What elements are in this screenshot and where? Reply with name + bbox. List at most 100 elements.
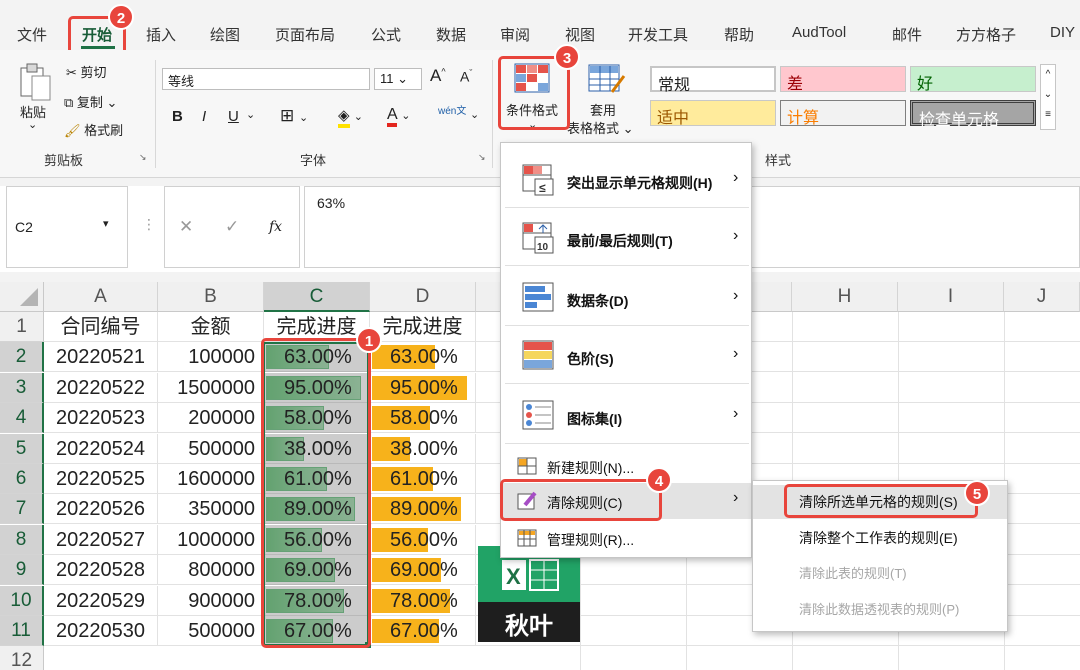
cut-button[interactable]: ✂ 剪切 bbox=[66, 62, 107, 81]
font-color-icon[interactable]: A ⌄ bbox=[387, 106, 410, 127]
style-normal[interactable]: 常规 bbox=[650, 66, 776, 94]
tab-formulas[interactable]: 公式 bbox=[371, 24, 401, 45]
cell-amount[interactable]: 100000 bbox=[158, 342, 264, 373]
cell-amount[interactable]: 800000 bbox=[158, 555, 264, 586]
paste-icon[interactable] bbox=[18, 62, 52, 102]
cell-contract-no[interactable]: 20220526 bbox=[44, 494, 158, 525]
cell-contract-no[interactable]: 20220527 bbox=[44, 524, 158, 555]
cell-progress-d[interactable]: 61.00% bbox=[370, 464, 476, 494]
cell-progress-d[interactable]: 58.00% bbox=[370, 403, 476, 434]
row-header-7[interactable]: 7 bbox=[0, 494, 44, 525]
cell-amount[interactable]: 1500000 bbox=[158, 372, 264, 403]
column-header-d[interactable]: D bbox=[370, 282, 476, 312]
menu-item-top-bottom-rules[interactable]: 10 最前/最后规则(T) › bbox=[501, 211, 751, 265]
cell-contract-no[interactable]: 20220530 bbox=[44, 616, 158, 646]
cell-amount[interactable]: 1600000 bbox=[158, 464, 264, 494]
row-header-3[interactable]: 3 bbox=[0, 372, 44, 403]
row-header-6[interactable]: 6 bbox=[0, 464, 44, 494]
cell-progress-d[interactable]: 63.00% bbox=[370, 342, 476, 373]
cell-progress-d[interactable]: 67.00% bbox=[370, 616, 476, 646]
row-header-5[interactable]: 5 bbox=[0, 433, 44, 464]
italic-button[interactable]: I bbox=[202, 108, 206, 125]
insert-function-icon[interactable]: fx bbox=[269, 219, 282, 235]
tab-audtool[interactable]: AudTool bbox=[792, 24, 846, 41]
cell-amount[interactable]: 500000 bbox=[158, 616, 264, 646]
enter-icon[interactable]: ✓ bbox=[225, 217, 239, 237]
cell-progress-d[interactable]: 78.00% bbox=[370, 585, 476, 616]
name-box[interactable]: C2 ▾ bbox=[6, 186, 128, 268]
cell-progress-d[interactable]: 38.00% bbox=[370, 433, 476, 464]
row-header-9[interactable]: 9 bbox=[0, 555, 44, 586]
cell-contract-no[interactable]: 20220528 bbox=[44, 555, 158, 586]
column-header-c[interactable]: C bbox=[264, 282, 370, 312]
clipboard-launcher-icon[interactable]: ↘ bbox=[139, 152, 147, 163]
font-launcher-icon[interactable]: ↘ bbox=[478, 152, 486, 163]
cell-contract-no[interactable]: 20220524 bbox=[44, 433, 158, 464]
cell-amount[interactable]: 500000 bbox=[158, 433, 264, 464]
cell-progress-d[interactable]: 69.00% bbox=[370, 555, 476, 586]
column-header-b[interactable]: B bbox=[158, 282, 264, 312]
row-header-11[interactable]: 11 bbox=[0, 616, 44, 646]
cell-progress-d[interactable]: 56.00% bbox=[370, 524, 476, 555]
tab-review[interactable]: 审阅 bbox=[500, 24, 530, 45]
menu-item-data-bars[interactable]: 数据条(D) › bbox=[501, 271, 751, 325]
cell-contract-no[interactable]: 20220522 bbox=[44, 372, 158, 403]
table-format-icon[interactable] bbox=[586, 62, 626, 98]
phonetic-icon[interactable]: wén文 bbox=[438, 106, 466, 117]
menu-item-manage-rules[interactable]: 管理规则(R)... bbox=[501, 523, 751, 553]
format-painter-button[interactable]: 🖌 格式刷 bbox=[64, 120, 123, 139]
fill-color-icon[interactable]: ◈ ⌄ bbox=[338, 106, 363, 128]
style-bad[interactable]: 差 bbox=[780, 66, 906, 93]
column-header-i[interactable]: I bbox=[898, 282, 1004, 312]
style-neutral[interactable]: 适中 bbox=[650, 100, 776, 127]
tab-diy[interactable]: DIY bbox=[1050, 24, 1075, 41]
column-header-j[interactable]: J bbox=[1004, 282, 1080, 312]
header-progress-d[interactable]: 完成进度 bbox=[370, 312, 476, 342]
cell-amount[interactable]: 350000 bbox=[158, 494, 264, 525]
cell-amount[interactable]: 900000 bbox=[158, 585, 264, 616]
column-header-a[interactable]: A bbox=[44, 282, 158, 312]
tab-fangfang[interactable]: 方方格子 bbox=[956, 24, 1016, 45]
paste-dropdown-icon[interactable]: ⌄ bbox=[28, 118, 37, 131]
cell-contract-no[interactable]: 20220523 bbox=[44, 403, 158, 434]
style-good[interactable]: 好 bbox=[910, 66, 1036, 93]
font-size-box[interactable]: 11 ⌄ bbox=[374, 68, 422, 90]
tab-data[interactable]: 数据 bbox=[436, 24, 466, 45]
tab-help[interactable]: 帮助 bbox=[724, 24, 754, 45]
style-calculation[interactable]: 计算 bbox=[780, 100, 906, 127]
border-icon[interactable]: ⊞ ⌄ bbox=[280, 106, 308, 126]
cell-amount[interactable]: 200000 bbox=[158, 403, 264, 434]
cancel-icon[interactable]: ✕ bbox=[179, 217, 193, 237]
tab-file[interactable]: 文件 bbox=[17, 24, 47, 45]
tab-page-layout[interactable]: 页面布局 bbox=[275, 24, 335, 45]
tab-view[interactable]: 视图 bbox=[565, 24, 595, 45]
tab-mail[interactable]: 邮件 bbox=[892, 24, 922, 45]
header-amount[interactable]: 金额 bbox=[158, 312, 264, 342]
style-check-cell[interactable]: 检查单元格 bbox=[910, 100, 1036, 129]
underline-button[interactable]: U bbox=[228, 108, 239, 125]
row-header-4[interactable]: 4 bbox=[0, 403, 44, 434]
bold-button[interactable]: B bbox=[172, 108, 183, 125]
row-header-1[interactable]: 1 bbox=[0, 312, 44, 342]
phonetic-dropdown-icon[interactable]: ⌄ bbox=[470, 108, 479, 121]
table-format-button[interactable]: 表格格式 ⌄ bbox=[567, 118, 634, 137]
tab-draw[interactable]: 绘图 bbox=[210, 24, 240, 45]
menu-item-icon-sets[interactable]: 图标集(I) › bbox=[501, 389, 751, 443]
tab-insert[interactable]: 插入 bbox=[146, 24, 176, 45]
cell-progress-d[interactable]: 95.00% bbox=[370, 372, 476, 403]
cell-contract-no[interactable]: 20220525 bbox=[44, 464, 158, 494]
cell-progress-d[interactable]: 89.00% bbox=[370, 494, 476, 525]
menu-item-color-scales[interactable]: 色阶(S) › bbox=[501, 329, 751, 383]
header-contract-no[interactable]: 合同编号 bbox=[44, 312, 158, 342]
font-name-box[interactable]: 等线 bbox=[162, 68, 370, 90]
cell-contract-no[interactable]: 20220521 bbox=[44, 342, 158, 373]
styles-scroll-icon[interactable]: ^ ⌄ ≡ bbox=[1040, 64, 1056, 130]
tab-developer[interactable]: 开发工具 bbox=[628, 24, 688, 45]
shrink-font-icon[interactable]: Aˇ bbox=[460, 68, 472, 85]
submenu-clear-sheet[interactable]: 清除整个工作表的规则(E) bbox=[753, 521, 1007, 555]
menu-item-new-rule[interactable]: 新建规则(N)... bbox=[501, 451, 751, 481]
underline-dropdown-icon[interactable]: ⌄ bbox=[246, 108, 255, 121]
cell-amount[interactable]: 1000000 bbox=[158, 524, 264, 555]
row-header-8[interactable]: 8 bbox=[0, 524, 44, 555]
row-header-2[interactable]: 2 bbox=[0, 342, 44, 373]
